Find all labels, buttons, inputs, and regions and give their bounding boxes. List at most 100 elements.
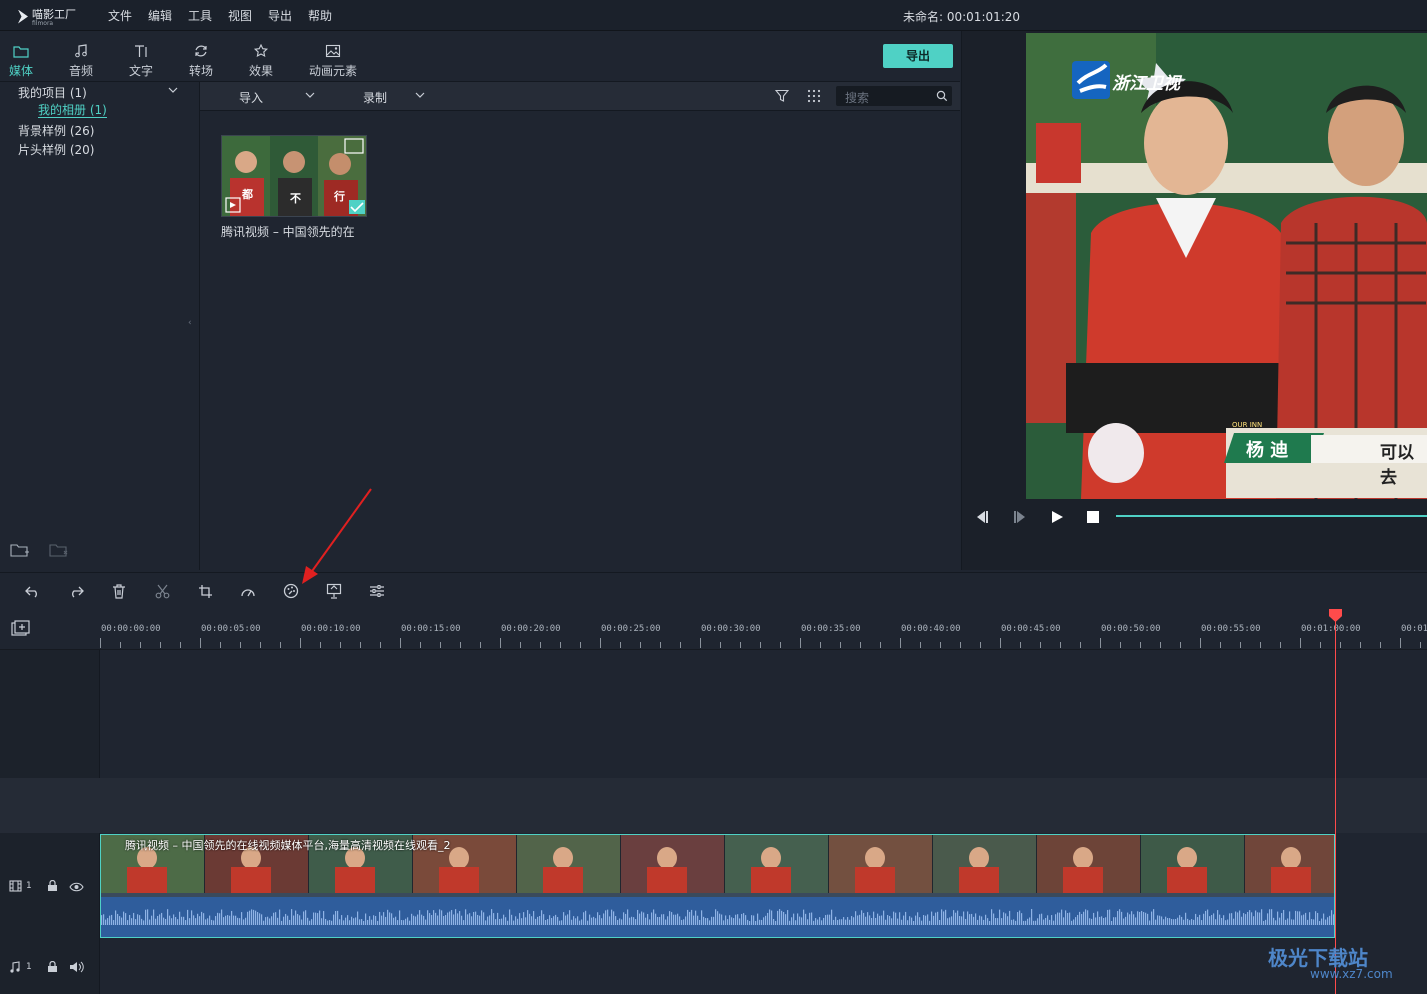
waveform-bar (871, 917, 873, 925)
waveform-bar (665, 919, 667, 925)
waveform-bar (435, 912, 437, 925)
tab-text[interactable]: 文字 (111, 31, 171, 81)
waveform-bar (823, 917, 825, 925)
waveform-bar (805, 913, 807, 925)
menu-export[interactable]: 导出 (268, 7, 292, 24)
import-dropdown-icon[interactable] (305, 89, 315, 103)
speaker-icon[interactable] (69, 961, 84, 976)
grid-view-icon[interactable] (807, 89, 821, 106)
speed-icon[interactable] (238, 581, 258, 601)
waveform-bar (407, 917, 409, 925)
tree-background-samples[interactable]: 背景样例 (26) (18, 122, 94, 139)
chevron-down-icon[interactable] (168, 84, 178, 98)
waveform-bar (357, 911, 359, 925)
waveform-bar (557, 917, 559, 925)
waveform-bar (1051, 915, 1053, 925)
remove-folder-icon[interactable] (49, 542, 69, 561)
record-dropdown-icon[interactable] (415, 89, 425, 103)
waveform-bar (289, 919, 291, 925)
waveform-bar (1279, 917, 1281, 925)
export-button[interactable]: 导出 (883, 44, 953, 68)
delete-icon[interactable] (109, 581, 129, 601)
waveform-bar (219, 913, 221, 925)
tab-effects[interactable]: 效果 (231, 31, 291, 81)
waveform-bar (783, 911, 785, 925)
undo-icon[interactable] (23, 581, 43, 601)
waveform-bar (707, 918, 709, 925)
media-thumbnail[interactable]: 都 不 行 (221, 135, 367, 217)
search-icon[interactable] (936, 90, 948, 102)
tree-intro-samples[interactable]: 片头样例 (20) (18, 141, 94, 158)
waveform-bar (593, 916, 595, 925)
waveform-bar (1005, 913, 1007, 925)
waveform-bar (951, 916, 953, 925)
waveform-bar (1253, 916, 1255, 925)
tree-my-project[interactable]: 我的项目 (1) (18, 84, 87, 101)
record-button[interactable]: 录制 (363, 89, 387, 106)
waveform-bar (303, 911, 305, 925)
next-frame-icon[interactable] (1012, 510, 1028, 527)
tab-elements[interactable]: 动画元素 (303, 31, 363, 81)
waveform-bar (597, 912, 599, 925)
playback-progress-bar[interactable] (1116, 515, 1427, 517)
waveform-bar (1213, 913, 1215, 925)
stop-icon[interactable] (1086, 510, 1100, 527)
waveform-bar (879, 915, 881, 925)
playhead-line[interactable] (1335, 612, 1336, 994)
play-icon[interactable] (1050, 510, 1064, 527)
tree-my-album[interactable]: 我的相册 (1) (38, 103, 107, 118)
waveform-bar (663, 914, 665, 925)
add-folder-icon[interactable] (10, 542, 30, 561)
waveform-bar (1083, 911, 1085, 925)
waveform-bar (531, 916, 533, 925)
waveform-bar (421, 914, 423, 925)
waveform-bar (499, 918, 501, 925)
annotation-arrow-icon (302, 488, 372, 584)
waveform-bar (947, 918, 949, 925)
collapse-panel-icon[interactable]: ‹ (188, 318, 192, 328)
waveform-bar (645, 917, 647, 925)
menu-view[interactable]: 视图 (228, 7, 252, 24)
waveform-bar (1115, 917, 1117, 925)
waveform-bar (235, 915, 237, 925)
waveform-bar (977, 919, 979, 925)
waveform-bar (731, 917, 733, 925)
filter-icon[interactable] (774, 89, 790, 106)
menu-help[interactable]: 帮助 (308, 7, 332, 24)
audio-lock-icon[interactable] (47, 960, 58, 976)
menu-tools[interactable]: 工具 (188, 7, 212, 24)
waveform-bar (227, 915, 229, 925)
menu-file[interactable]: 文件 (108, 7, 132, 24)
clip-frame (1037, 835, 1141, 893)
tab-transition[interactable]: 转场 (171, 31, 231, 81)
crop-icon[interactable] (195, 581, 215, 601)
image-icon (303, 40, 363, 62)
waveform-bar (1041, 913, 1043, 925)
waveform-bar (541, 910, 543, 925)
waveform-bar (485, 920, 487, 925)
waveform-bar (681, 919, 683, 925)
redo-icon[interactable] (66, 581, 86, 601)
channel-logo-text: 浙江卫视 (1112, 74, 1180, 94)
tab-audio[interactable]: 音频 (51, 31, 111, 81)
waveform-bar (937, 911, 939, 925)
waveform-bar (789, 920, 791, 925)
waveform-bar (1255, 910, 1257, 925)
eye-icon[interactable] (69, 881, 84, 895)
waveform-bar (599, 915, 601, 925)
waveform-bar (363, 920, 365, 925)
waveform-bar (361, 919, 363, 925)
tab-media[interactable]: 媒体 (0, 31, 42, 81)
timeline-video-clip[interactable]: 腾讯视频 – 中国领先的在线视频媒体平台,海量高清视频在线观看_2 (100, 834, 1335, 938)
scissors-icon[interactable] (152, 581, 172, 601)
ruler-timecode: 00:01 (1401, 624, 1427, 634)
lock-icon[interactable] (47, 879, 58, 895)
waveform-bar (335, 911, 337, 925)
import-button[interactable]: 导入 (239, 89, 263, 106)
search-input[interactable]: 搜索 (836, 86, 952, 106)
prev-frame-icon[interactable] (974, 510, 990, 527)
menu-edit[interactable]: 编辑 (148, 7, 172, 24)
add-track-icon[interactable] (11, 620, 31, 641)
waveform-bar (109, 915, 111, 925)
waveform-bar (835, 916, 837, 925)
